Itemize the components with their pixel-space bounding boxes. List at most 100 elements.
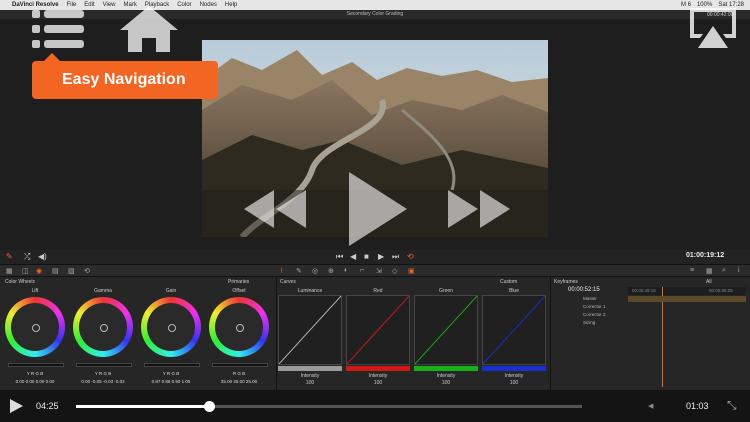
wheel-label-gamma: Gamma [94,288,112,294]
lift-wheel[interactable] [5,297,65,357]
stop-icon[interactable]: ■ [364,252,369,261]
remaining-time: 01:03 [686,401,709,411]
keyframes-timecode: 00:00:52:15 [568,287,600,293]
blue-intensity-value[interactable]: 100 [482,380,546,386]
key-icon[interactable]: ⌐ [360,267,364,274]
loop-icon[interactable]: ⟲ [407,252,414,261]
red-intensity-value[interactable]: 100 [346,380,410,386]
blur-icon[interactable]: ⟲ [84,267,90,275]
green-intensity-label: Intensity [436,373,456,379]
motion-icon[interactable]: ▧ [68,267,75,275]
play-icon[interactable]: ▶ [378,252,384,261]
master-keyframe-track [628,296,746,302]
offset-values: 25.00 25.00 25.00 [220,379,258,384]
gamma-wheel[interactable] [73,297,133,357]
ruler-end: 00:00:55:05 [709,288,733,293]
gain-wheel[interactable] [141,297,201,357]
track-corrector-1[interactable]: Corrector 1 [583,304,606,309]
info-icon[interactable]: i [738,267,740,274]
menu-help[interactable]: Help [225,0,237,10]
menu-view[interactable]: View [103,0,116,10]
wheel-label-offset: Offset [232,288,246,294]
blue-intensity-label: Intensity [504,373,524,379]
menu-color[interactable]: Color [177,0,191,10]
grid-icon[interactable]: ▦ [706,267,713,275]
airplay-icon[interactable] [688,6,738,50]
menu-list-icon[interactable] [32,6,84,52]
go-to-end-icon[interactable]: ⏭ [392,252,399,262]
ruler-start: 00:00:49:16 [632,288,656,293]
shuffle-icon[interactable]: ⤮ [24,252,30,262]
stereo-icon[interactable]: ▣ [408,267,415,275]
easy-navigation-badge[interactable]: Easy Navigation [32,53,218,99]
clip-icon[interactable]: ▦ [6,267,13,275]
green-intensity-value[interactable]: 100 [414,380,478,386]
current-time: 04:25 [36,401,59,411]
curves-icon[interactable]: ⌇ [280,267,283,275]
blue-curve[interactable] [482,295,546,365]
menu-edit[interactable]: Edit [84,0,94,10]
rewind-icon[interactable] [244,190,306,228]
3d-icon[interactable]: ◇ [392,267,397,275]
luminance-intensity-bar[interactable] [278,366,342,371]
viewer-timecode: 01:00:19:12 [686,252,725,259]
green-curve[interactable] [414,295,478,365]
color-panels: Color Wheels Primaries Lift Gamma Gain O… [0,277,750,390]
play-icon[interactable] [8,398,24,414]
step-back-icon[interactable]: ◀ [350,252,356,261]
audio-icon[interactable]: ◀) [38,252,47,261]
keyframe-playhead[interactable] [662,287,663,387]
wheels-mode-select[interactable]: Primaries [228,279,249,285]
gain-master-slider[interactable] [144,363,200,367]
rgb-mixer-icon[interactable]: ▤ [52,267,59,275]
sizing-icon[interactable]: ⇲ [376,267,382,275]
track-corrector-2[interactable]: Corrector 2 [583,312,606,317]
keyframes-filter-select[interactable]: All [706,279,712,285]
blur-tool-icon[interactable]: ◐ [344,267,348,274]
blue-intensity-bar[interactable] [482,366,546,371]
menu-nodes[interactable]: Nodes [200,0,217,10]
track-sizing[interactable]: Sizing [583,320,595,325]
track-master[interactable]: Master [583,296,597,301]
offset-master-slider[interactable] [212,363,268,367]
red-intensity-label: Intensity [368,373,388,379]
gamma-channels: Y R G B [94,371,112,376]
gamma-master-slider[interactable] [76,363,132,367]
luminance-intensity-value[interactable]: 100 [278,380,342,386]
offset-channels: R G B [232,371,246,376]
curve-label-green: Green [439,288,453,294]
color-wheels-icon[interactable]: ◉ [36,267,42,275]
viewer-transport-bar: ⏮ ◀ ■ ▶ ⏭ ⟲ ✎ ⤮ ◀) [0,250,750,264]
green-intensity-bar[interactable] [414,366,478,371]
curves-mode-select[interactable]: Custom [500,279,517,285]
tool-icon[interactable]: ✎ [6,252,13,261]
lift-values: 0.00 0.00 0.00 0.00 [15,379,55,384]
go-to-start-icon[interactable]: ⏮ [336,252,343,262]
red-intensity-bar[interactable] [346,366,410,371]
keyframes-title: Keyframes [554,279,578,285]
scopes-icon[interactable]: ≡ [690,267,694,274]
gamma-values: 0.00 -0.05 -0.03 -0.02 [81,379,125,384]
volume-icon[interactable]: ◀ [648,402,653,410]
home-icon[interactable] [120,6,178,52]
fullscreen-icon[interactable]: ⤡ [727,398,737,413]
palette-toolstrip: ▦ ◫ ◉ ▤ ▧ ⟲ ⌇ ✎ ◎ ⊕ ◐ ⌐ ⇲ ◇ ▣ ≡ ▦ ⌕ i [0,264,750,277]
qualifier-icon[interactable]: ✎ [296,267,302,275]
camera-raw-icon[interactable]: ◫ [22,267,29,275]
tracker-icon[interactable]: ⊕ [328,267,334,275]
curve-label-blue: Blue [508,288,519,294]
red-curve[interactable] [346,295,410,365]
lift-master-slider[interactable] [8,363,64,367]
overlay-play-icon[interactable] [345,172,407,246]
luminance-intensity-label: Intensity [300,373,320,379]
offset-wheel[interactable] [209,297,269,357]
curve-label-red: Red [373,288,383,294]
window-icon[interactable]: ◎ [312,267,318,275]
gain-values: 0.87 0.86 0.90 1.05 [151,379,191,384]
wheel-label-gain: Gain [165,288,177,294]
luminance-curve[interactable] [278,295,342,365]
progress-thumb[interactable] [204,401,215,412]
fast-forward-icon[interactable] [448,190,510,228]
window-title: Secondary Color Grading [346,11,404,17]
search-icon[interactable]: ⌕ [722,267,726,275]
